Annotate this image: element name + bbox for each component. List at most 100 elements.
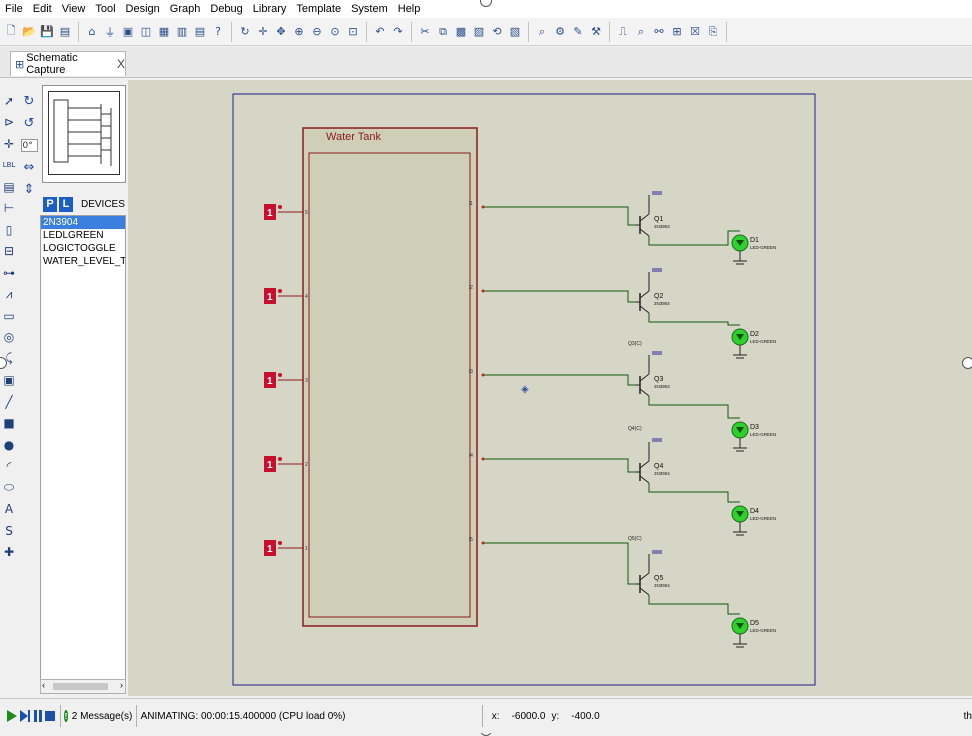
- transistor-part: 2N3904: [654, 301, 670, 306]
- symbol-icon[interactable]: S: [0, 520, 18, 542]
- refresh-icon[interactable]: ↻: [238, 23, 253, 41]
- menu-view[interactable]: View: [57, 0, 91, 18]
- select-icon[interactable]: ➚: [0, 90, 18, 112]
- menu-library[interactable]: Library: [248, 0, 292, 18]
- menu-edit[interactable]: Edit: [28, 0, 57, 18]
- terminal-icon[interactable]: ⊟: [0, 241, 18, 263]
- marker-icon[interactable]: ✚: [0, 542, 18, 564]
- library-manager-button[interactable]: L: [59, 197, 73, 212]
- block-copy-icon[interactable]: ▩: [454, 23, 469, 41]
- y-coordinate-label: y:: [552, 711, 560, 722]
- notes-icon[interactable]: ▤: [193, 23, 208, 41]
- property-tool-icon[interactable]: ⚯: [652, 23, 667, 41]
- block-move-icon[interactable]: ▨: [472, 23, 487, 41]
- wire-autorouter-icon[interactable]: ⎍: [616, 23, 631, 41]
- origin-icon[interactable]: ✛: [256, 23, 271, 41]
- subcircuit-icon[interactable]: ▯: [0, 219, 18, 241]
- zoom-in-icon[interactable]: ⊕: [292, 23, 307, 41]
- bus-icon[interactable]: ⊢: [0, 198, 18, 220]
- line-icon[interactable]: ╱: [0, 391, 18, 413]
- open-icon[interactable]: 📂: [22, 23, 37, 41]
- component-icon[interactable]: ⊳: [0, 112, 18, 134]
- redo-icon[interactable]: ↷: [391, 23, 406, 41]
- block-rotate-icon[interactable]: ⟲: [490, 23, 505, 41]
- packaging-icon[interactable]: ✎: [571, 23, 586, 41]
- grid-icon[interactable]: ▦: [157, 23, 172, 41]
- generator-icon[interactable]: ◎: [0, 327, 18, 349]
- pick-devices-button[interactable]: P: [43, 197, 57, 212]
- package-icon[interactable]: ◫: [139, 23, 154, 41]
- device-list-scrollbar[interactable]: ‹ ›: [40, 679, 126, 694]
- step-button[interactable]: [18, 706, 32, 726]
- schematic-drawing[interactable]: Water Tank1514131211l1Q12N3904D1LED-GREE…: [128, 80, 972, 696]
- menu-debug[interactable]: Debug: [205, 0, 247, 18]
- help-icon[interactable]: ?: [211, 23, 226, 41]
- junction-icon[interactable]: ✛: [0, 133, 18, 155]
- zoom-area-icon[interactable]: ⊡: [346, 23, 361, 41]
- menu-design[interactable]: Design: [121, 0, 165, 18]
- erc-icon[interactable]: ☒: [688, 23, 703, 41]
- mode-toolbar: ➚⊳✛LBL▤⊢▯⊟⊶⩘▭◎⤹▣╱■●◜⬭AS✚: [0, 90, 18, 690]
- device-list-item[interactable]: LOGICTOGGLE: [41, 242, 125, 255]
- pause-button[interactable]: [32, 706, 44, 726]
- menu-tool[interactable]: Tool: [90, 0, 120, 18]
- tab-schematic-capture[interactable]: ⊞ Schematic Capture X: [10, 51, 126, 76]
- menu-graph[interactable]: Graph: [165, 0, 206, 18]
- tank-output-pin-label: l3: [469, 369, 473, 375]
- cut-icon[interactable]: ✂: [418, 23, 433, 41]
- copy-icon[interactable]: ⧉: [436, 23, 451, 41]
- pick-icon[interactable]: ⌕: [535, 23, 550, 41]
- home-icon[interactable]: ⌂: [85, 23, 100, 41]
- scroll-right-icon[interactable]: ›: [120, 680, 123, 690]
- device-list-item[interactable]: LEDLGREEN: [41, 229, 125, 242]
- circle-icon[interactable]: ●: [0, 434, 18, 456]
- overview-window[interactable]: [42, 85, 126, 183]
- rotate-clockwise-icon[interactable]: ↻: [19, 90, 39, 112]
- rotate-anticlockwise-icon[interactable]: ↺: [19, 112, 39, 134]
- menu-system[interactable]: System: [346, 0, 393, 18]
- device-list-item[interactable]: 2N3904: [41, 216, 125, 229]
- text-tool-icon[interactable]: A: [0, 499, 18, 521]
- path-icon[interactable]: ⬭: [0, 477, 18, 499]
- instrument-icon[interactable]: ▣: [0, 370, 18, 392]
- arc-icon[interactable]: ◜: [0, 456, 18, 478]
- block-delete-icon[interactable]: ▧: [508, 23, 523, 41]
- graph-icon[interactable]: ⩘: [0, 284, 18, 306]
- zoom-all-icon[interactable]: ⊙: [328, 23, 343, 41]
- pin-icon[interactable]: ⊶: [0, 262, 18, 284]
- make-device-icon[interactable]: ⚙: [553, 23, 568, 41]
- tab-close-button[interactable]: X: [117, 57, 125, 71]
- scroll-thumb[interactable]: [53, 683, 108, 690]
- box-icon[interactable]: ■: [0, 413, 18, 435]
- decompose-icon[interactable]: ⚒: [589, 23, 604, 41]
- mirror-horizontal-icon[interactable]: ⇔: [19, 156, 39, 178]
- schematic-canvas[interactable]: Water Tank1514131211l1Q12N3904D1LED-GREE…: [128, 80, 972, 696]
- menu-template[interactable]: Template: [291, 0, 346, 18]
- menu-file[interactable]: File: [0, 0, 28, 18]
- messages-count[interactable]: 2 Message(s): [72, 711, 133, 722]
- text-icon[interactable]: ▤: [0, 176, 18, 198]
- stop-button[interactable]: [44, 706, 56, 726]
- scroll-left-icon[interactable]: ‹: [42, 680, 45, 690]
- undo-icon[interactable]: ↶: [373, 23, 388, 41]
- menu-help[interactable]: Help: [393, 0, 426, 18]
- chip-icon[interactable]: ▣: [121, 23, 136, 41]
- netlist-icon[interactable]: ⊞: [670, 23, 685, 41]
- rotation-angle-field[interactable]: 0°: [21, 139, 38, 152]
- transistor-part: 2N3904: [654, 224, 670, 229]
- save-all-icon[interactable]: ▤: [58, 23, 73, 41]
- play-button[interactable]: [6, 706, 18, 726]
- save-icon[interactable]: 💾: [40, 23, 55, 41]
- new-icon[interactable]: 🗋: [4, 23, 19, 41]
- pan-icon[interactable]: ✥: [274, 23, 289, 41]
- mirror-vertical-icon[interactable]: ⇕: [19, 178, 39, 200]
- device-list-item[interactable]: WATER_LEVEL_TANK: [41, 255, 125, 268]
- search-icon[interactable]: ⌕: [634, 23, 649, 41]
- tape-icon[interactable]: ▭: [0, 305, 18, 327]
- label-icon[interactable]: LBL: [0, 155, 18, 177]
- zoom-out-icon[interactable]: ⊖: [310, 23, 325, 41]
- bom-icon[interactable]: ▥: [175, 23, 190, 41]
- resize-grip-right[interactable]: [962, 357, 972, 369]
- component-icon[interactable]: ⏚: [103, 23, 118, 41]
- export-icon[interactable]: ⎘: [706, 23, 721, 41]
